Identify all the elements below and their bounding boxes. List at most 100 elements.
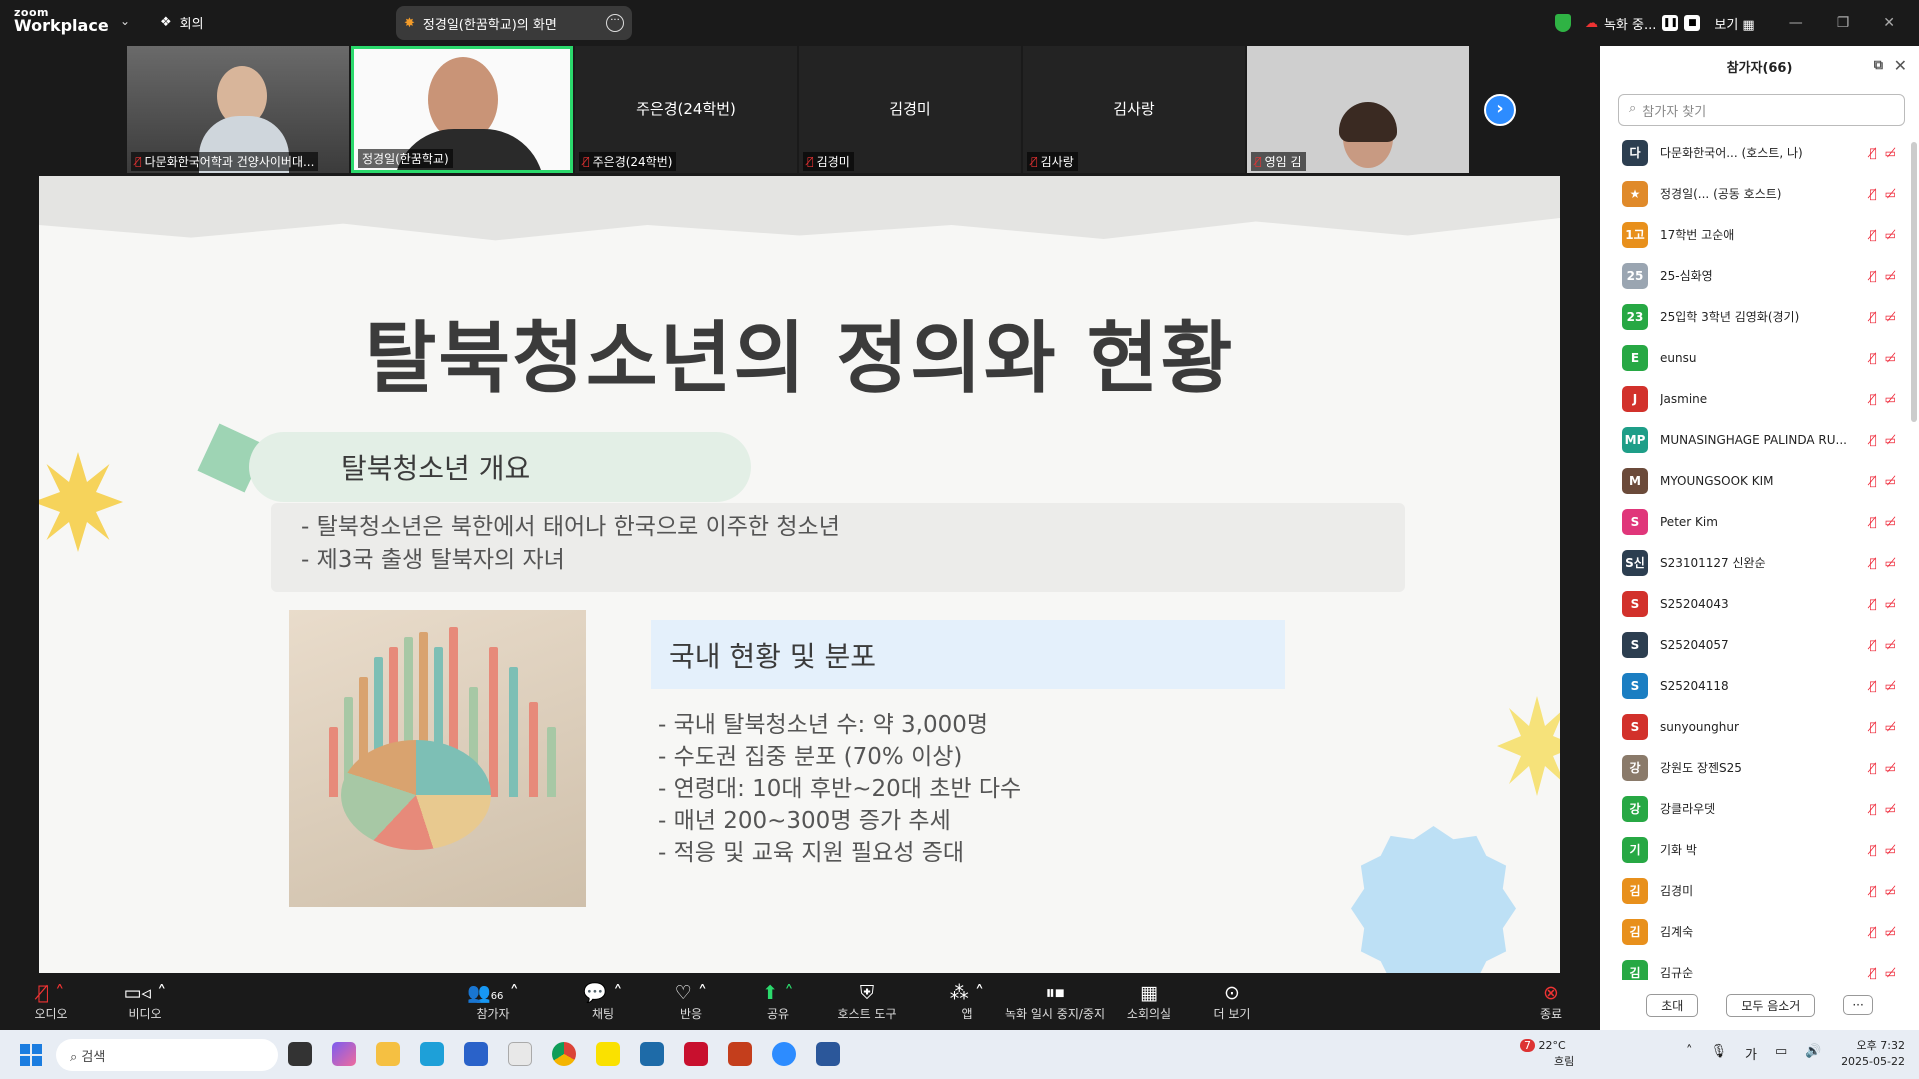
- close-panel-icon[interactable]: ✕: [1894, 56, 1907, 75]
- participant-row[interactable]: 강 강클라우뎃 🎙̸ ▭̸: [1600, 788, 1919, 829]
- participant-search-input[interactable]: ⌕ 참가자 찾기: [1618, 94, 1905, 126]
- microphone-icon[interactable]: 🎙: [1711, 1044, 1728, 1063]
- mic-muted-icon[interactable]: 🎙̸: [1869, 433, 1876, 447]
- participant-row[interactable]: S S25204057 🎙̸ ▭̸: [1600, 624, 1919, 665]
- participant-row[interactable]: S Peter Kim 🎙̸ ▭̸: [1600, 501, 1919, 542]
- video-off-icon[interactable]: ▭̸: [1885, 679, 1896, 693]
- video-off-icon[interactable]: ▭̸: [1885, 392, 1896, 406]
- pdf-reader-icon[interactable]: [684, 1042, 708, 1066]
- invite-button[interactable]: 초대: [1646, 993, 1699, 1017]
- task-view-icon[interactable]: [288, 1042, 312, 1066]
- participant-row[interactable]: 기 기화 박 🎙̸ ▭̸: [1600, 829, 1919, 870]
- mic-muted-icon[interactable]: 🎙̸: [1869, 269, 1876, 283]
- mic-muted-icon[interactable]: 🎙̸: [1869, 638, 1876, 652]
- apps-button[interactable]: ⁂ ˄ 앱: [922, 981, 1012, 1022]
- minimize-icon[interactable]: —: [1789, 15, 1803, 31]
- mic-muted-icon[interactable]: 🎙̸: [1869, 925, 1876, 939]
- video-tile[interactable]: 김사랑 🎙̸ 김사랑: [1023, 46, 1245, 173]
- participant-row[interactable]: Ssunyounghur 🎙̸ ▭̸: [1600, 706, 1919, 747]
- zoom-icon[interactable]: [772, 1042, 796, 1066]
- video-off-icon[interactable]: ▭̸: [1885, 925, 1896, 939]
- video-off-icon[interactable]: ▭̸: [1885, 966, 1896, 980]
- mic-muted-icon[interactable]: 🎙̸: [1869, 310, 1876, 324]
- mic-muted-icon[interactable]: 🎙̸: [1869, 720, 1876, 734]
- app-icon[interactable]: [640, 1042, 664, 1066]
- participant-row[interactable]: Eeunsu 🎙̸ ▭̸: [1600, 337, 1919, 378]
- participant-row[interactable]: 김 김경미 🎙̸ ▭̸: [1600, 870, 1919, 911]
- breakout-rooms-button[interactable]: ▦ 소회의실: [1104, 981, 1194, 1022]
- video-off-icon[interactable]: ▭̸: [1885, 351, 1896, 365]
- mic-muted-icon[interactable]: 🎙̸: [1869, 474, 1876, 488]
- store-icon[interactable]: [464, 1042, 488, 1066]
- mic-muted-icon[interactable]: 🎙̸: [1869, 351, 1876, 365]
- mic-muted-icon[interactable]: 🎙̸: [1869, 679, 1876, 693]
- mic-muted-icon[interactable]: 🎙̸: [1869, 884, 1876, 898]
- video-off-icon[interactable]: ▭̸: [1885, 433, 1896, 447]
- chat-button[interactable]: 💬 ˄ 채팅: [558, 981, 648, 1022]
- ime-indicator[interactable]: 가: [1745, 1044, 1757, 1063]
- more-button[interactable]: ⊙ 더 보기: [1187, 981, 1277, 1022]
- video-off-icon[interactable]: ▭̸: [1885, 187, 1896, 201]
- video-off-icon[interactable]: ▭̸: [1885, 310, 1896, 324]
- mic-muted-icon[interactable]: 🎙̸: [1869, 392, 1876, 406]
- video-off-icon[interactable]: ▭̸: [1885, 515, 1896, 529]
- video-off-icon[interactable]: ▭̸: [1885, 269, 1896, 283]
- audio-button[interactable]: 🎙̸ ˄ 오디오: [6, 981, 96, 1022]
- speaker-icon[interactable]: 🔊: [1805, 1044, 1821, 1063]
- participants-button[interactable]: 👥66 ˄ 참가자: [448, 981, 538, 1022]
- participant-row[interactable]: S신 S23101127 신완순 🎙̸ ▭̸: [1600, 542, 1919, 583]
- pop-out-icon[interactable]: ⧉: [1874, 58, 1883, 73]
- participant-row[interactable]: ★ 정경일(... (공동 호스트) 🎙̸ ▭̸: [1600, 173, 1919, 214]
- mic-muted-icon[interactable]: 🎙̸: [1869, 556, 1876, 570]
- next-page-button[interactable]: ›: [1484, 94, 1516, 126]
- video-tile-active-speaker[interactable]: 정경일(한꿈학교): [351, 46, 573, 173]
- participant-row[interactable]: MP MUNASINGHAGE PALINDA RU... 🎙̸ ▭̸: [1600, 419, 1919, 460]
- mute-all-button[interactable]: 모두 음소거: [1726, 993, 1816, 1017]
- scrollbar[interactable]: [1911, 142, 1917, 422]
- participant-row[interactable]: S S25204043 🎙̸ ▭̸: [1600, 583, 1919, 624]
- video-off-icon[interactable]: ▭̸: [1885, 474, 1896, 488]
- video-off-icon[interactable]: ▭̸: [1885, 556, 1896, 570]
- participant-row[interactable]: 23 25입학 3학년 김영화(경기) 🎙̸ ▭̸: [1600, 296, 1919, 337]
- video-tile[interactable]: 🎙̸ 영임 김: [1247, 46, 1469, 173]
- meeting-menu[interactable]: ❖ 회의: [160, 13, 204, 32]
- chrome-icon[interactable]: [552, 1042, 576, 1066]
- mic-muted-icon[interactable]: 🎙̸: [1869, 761, 1876, 775]
- weather-widget[interactable]: 7 22°C 흐림: [1520, 1038, 1574, 1070]
- video-off-icon[interactable]: ▭̸: [1885, 761, 1896, 775]
- clock[interactable]: 오후 7:32 2025-05-22: [1841, 1038, 1905, 1070]
- participant-row[interactable]: J Jasmine 🎙̸ ▭̸: [1600, 378, 1919, 419]
- mic-muted-icon[interactable]: 🎙̸: [1869, 515, 1876, 529]
- video-off-icon[interactable]: ▭̸: [1885, 146, 1896, 160]
- word-icon[interactable]: [816, 1042, 840, 1066]
- windows-start-icon[interactable]: [20, 1044, 42, 1066]
- taskbar-search-input[interactable]: ⌕ 검색: [56, 1039, 278, 1071]
- network-icon[interactable]: ▭: [1775, 1044, 1787, 1063]
- mic-muted-icon[interactable]: 🎙̸: [1869, 187, 1876, 201]
- share-button[interactable]: ⬆ ˄ 공유: [733, 981, 823, 1022]
- participant-row[interactable]: 강 강원도 장젠S25 🎙̸ ▭̸: [1600, 747, 1919, 788]
- video-off-icon[interactable]: ▭̸: [1885, 802, 1896, 816]
- powerpoint-icon[interactable]: [728, 1042, 752, 1066]
- more-options-icon[interactable]: ···: [606, 14, 624, 32]
- snipping-tool-icon[interactable]: [508, 1042, 532, 1066]
- stop-record-button[interactable]: ■: [1684, 15, 1701, 31]
- mic-muted-icon[interactable]: 🎙̸: [1869, 802, 1876, 816]
- host-tools-button[interactable]: ⛨ 호스트 도구: [822, 981, 912, 1022]
- copilot-icon[interactable]: [332, 1042, 356, 1066]
- mic-muted-icon[interactable]: 🎙̸: [1869, 228, 1876, 242]
- participant-row[interactable]: 1고 17학번 고순애 🎙̸ ▭̸: [1600, 214, 1919, 255]
- more-button[interactable]: ···: [1843, 995, 1873, 1015]
- close-icon[interactable]: ✕: [1883, 15, 1895, 31]
- record-pause-stop-button[interactable]: ⏸⏹ 녹화 일시 중지/중지: [1000, 981, 1110, 1022]
- participant-row[interactable]: 25 25-심화영 🎙̸ ▭̸: [1600, 255, 1919, 296]
- chevron-up-icon[interactable]: ˄: [1686, 1044, 1693, 1063]
- end-meeting-button[interactable]: ⊗ 종료: [1506, 981, 1596, 1022]
- chevron-down-icon[interactable]: ⌄: [120, 14, 130, 28]
- file-explorer-icon[interactable]: [376, 1042, 400, 1066]
- kakaotalk-icon[interactable]: [596, 1042, 620, 1066]
- participant-row[interactable]: 다 다문화한국어... (호스트, 나) 🎙̸ ▭̸: [1600, 132, 1919, 173]
- video-off-icon[interactable]: ▭̸: [1885, 228, 1896, 242]
- mic-muted-icon[interactable]: 🎙̸: [1869, 597, 1876, 611]
- video-button[interactable]: ▭◃ ˄ 비디오: [100, 981, 190, 1022]
